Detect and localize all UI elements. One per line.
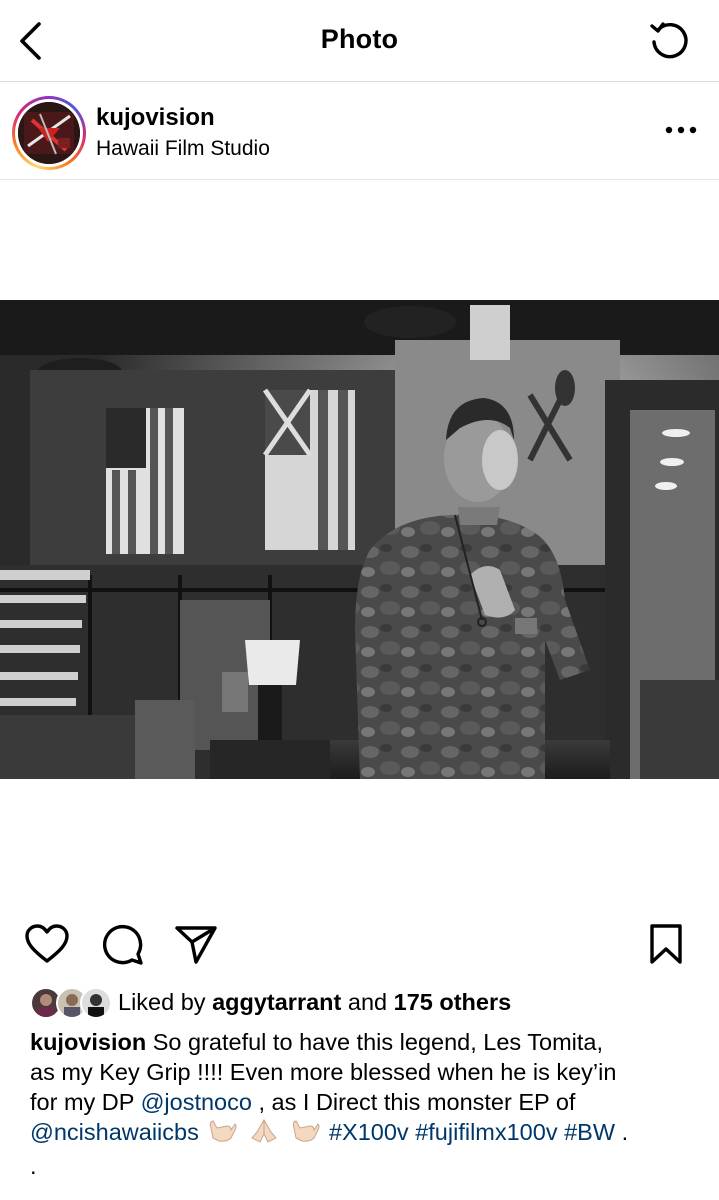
post-username[interactable]: kujovision (96, 104, 215, 132)
refresh-button[interactable] (645, 18, 693, 64)
likes-text: Liked by aggytarrant and 175 others (118, 989, 512, 1015)
like-button[interactable] (23, 922, 71, 966)
hashtag-link[interactable]: #fujifilmx100v (415, 1119, 557, 1145)
call-me-hand-emoji (207, 1118, 237, 1151)
refresh-icon (650, 22, 688, 59)
top-nav-bar: Photo (0, 0, 719, 82)
heart-icon (25, 924, 69, 963)
avatar (18, 102, 80, 164)
post-caption: kujovision So grateful to have this lege… (30, 1029, 629, 1179)
bookmark-icon (650, 924, 682, 964)
send-icon (175, 926, 217, 964)
post-photo[interactable] (0, 300, 719, 779)
liker-avatars (30, 987, 114, 1021)
hashtag-link[interactable]: #X100v (329, 1119, 409, 1145)
share-button[interactable] (172, 922, 220, 966)
liker-avatar (80, 987, 112, 1019)
hashtag-link[interactable]: #BW (564, 1119, 615, 1145)
photo-scene (0, 300, 719, 779)
caption-author[interactable]: kujovision (30, 1029, 146, 1055)
first-liker-link[interactable]: aggytarrant (212, 989, 341, 1015)
post-location[interactable]: Hawaii Film Studio (96, 137, 270, 161)
more-horizontal-icon (665, 126, 697, 134)
page-title: Photo (320, 24, 399, 54)
comment-icon (102, 924, 143, 965)
post-header: kujovision Hawaii Film Studio (0, 82, 719, 180)
call-me-hand-emoji (290, 1118, 320, 1151)
likes-row[interactable]: Liked by aggytarrant and 175 others (0, 984, 719, 1022)
mention-link[interactable]: @ncishawaiicbs (30, 1119, 199, 1145)
save-button[interactable] (642, 922, 690, 966)
more-options-button[interactable] (661, 112, 701, 148)
mention-link[interactable]: @jostnoco (141, 1089, 252, 1115)
others-likes-link[interactable]: 175 others (394, 989, 512, 1015)
action-bar (0, 920, 719, 968)
comment-button[interactable] (98, 922, 146, 966)
folded-hands-emoji (248, 1118, 280, 1151)
story-ring[interactable] (12, 96, 86, 170)
